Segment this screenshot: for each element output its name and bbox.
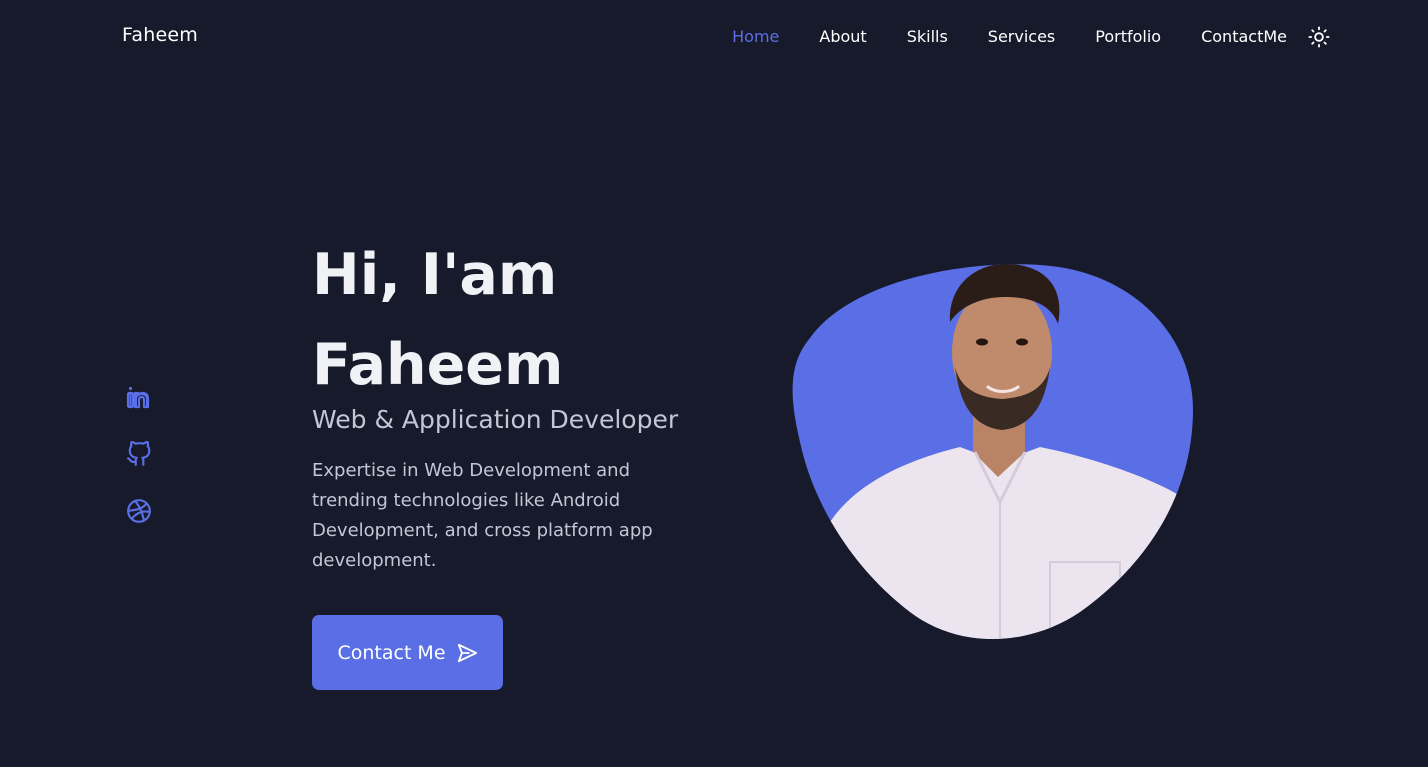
send-icon (457, 643, 477, 662)
main-nav: Home About Skills Services Portfolio Con… (732, 26, 1330, 48)
linkedin-link[interactable] (126, 384, 152, 410)
github-icon (127, 440, 151, 466)
nav-link-about[interactable]: About (819, 26, 866, 48)
nav-link-contactme[interactable]: ContactMe (1201, 26, 1287, 48)
hero-intro: Hi, I'am Faheem Web & Application Develo… (312, 230, 732, 576)
nav-link-home[interactable]: Home (732, 26, 779, 48)
hero-subtitle: Web & Application Developer (312, 405, 679, 434)
dribbble-icon (127, 499, 151, 523)
sun-icon (1308, 26, 1330, 48)
hero-title: Hi, I'am Faheem (312, 230, 732, 410)
profile-photo (792, 264, 1194, 640)
social-links (126, 384, 154, 555)
hero-title-line1: Hi, I'am (312, 242, 558, 308)
theme-toggle-button[interactable] (1308, 26, 1330, 48)
linkedin-icon (126, 386, 150, 409)
hero-title-line2: Faheem (312, 332, 564, 398)
github-link[interactable] (126, 440, 152, 467)
dribbble-link[interactable] (126, 498, 152, 524)
site-logo[interactable]: Faheem (122, 24, 198, 46)
hero-description: Expertise in Web Development and trendin… (312, 460, 653, 571)
contact-me-button[interactable]: Contact Me (312, 615, 503, 690)
contact-me-label: Contact Me (337, 641, 446, 664)
nav-link-portfolio[interactable]: Portfolio (1095, 26, 1161, 48)
nav-link-services[interactable]: Services (988, 26, 1055, 48)
top-navbar: Faheem Home About Skills Services Portfo… (0, 0, 1428, 74)
nav-link-skills[interactable]: Skills (907, 26, 948, 48)
